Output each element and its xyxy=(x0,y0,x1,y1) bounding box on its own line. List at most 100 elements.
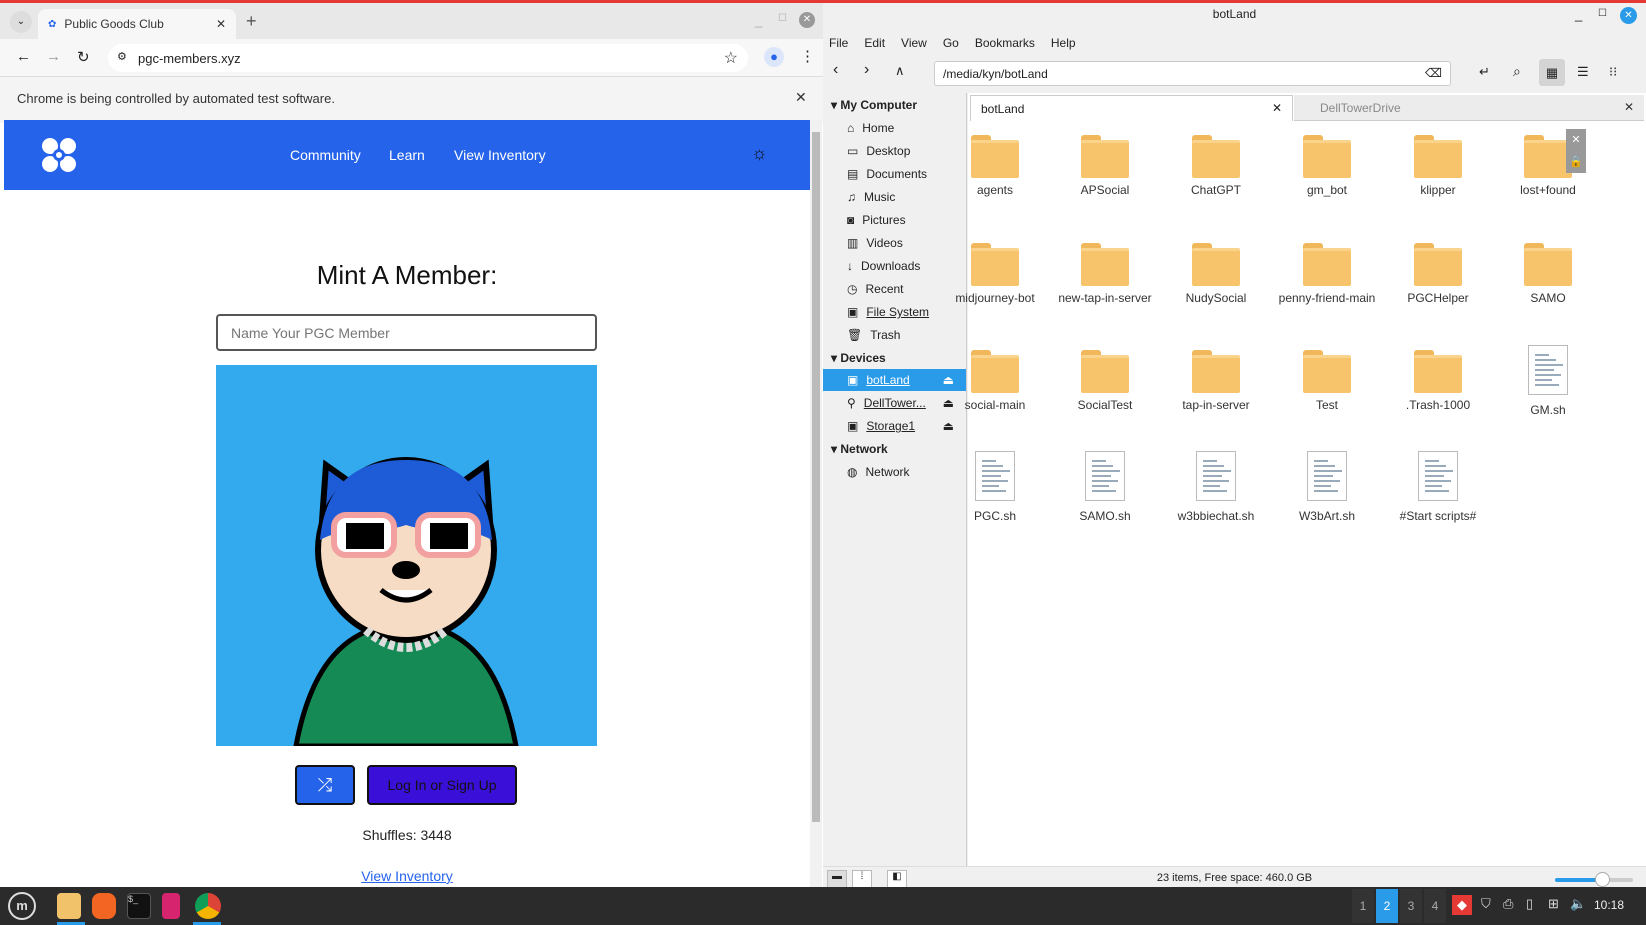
page-scrollbar[interactable] xyxy=(810,120,822,887)
close-tab-icon[interactable]: ✕ xyxy=(216,17,226,31)
folder-item[interactable]: ✕🔒 lost+found xyxy=(1493,129,1603,197)
section-network[interactable]: ▾ Network xyxy=(831,442,888,456)
chrome-app-icon[interactable] xyxy=(195,893,221,919)
login-signup-button[interactable]: Log In or Sign Up xyxy=(367,765,517,805)
show-treeview-icon[interactable]: ⁞ xyxy=(852,870,872,888)
folder-item[interactable]: new-tap-in-server xyxy=(1050,243,1160,305)
back-icon[interactable]: ‹ xyxy=(833,61,838,79)
eject-icon[interactable]: ⏏ xyxy=(943,419,954,433)
workspace-4[interactable]: 4 xyxy=(1424,889,1446,923)
toggle-location-icon[interactable]: ↵ xyxy=(1479,64,1490,80)
minimize-button[interactable]: _ xyxy=(755,13,762,28)
compact-view-icon[interactable]: ⁝⁝ xyxy=(1609,64,1617,80)
zoom-slider-handle[interactable] xyxy=(1594,872,1610,887)
zoom-slider[interactable] xyxy=(1555,872,1633,887)
clear-location-icon[interactable]: ⌫ xyxy=(1425,66,1442,80)
file-item[interactable]: GM.sh xyxy=(1493,345,1603,417)
files-app-icon[interactable] xyxy=(57,893,81,919)
clock[interactable]: 10:18 xyxy=(1594,898,1624,912)
folder-item[interactable]: SocialTest xyxy=(1050,350,1160,412)
section-devices[interactable]: ▾ Devices xyxy=(831,351,886,365)
firefox-like-app-icon[interactable] xyxy=(92,893,116,919)
tab-search-button[interactable]: ⌄ xyxy=(10,11,32,33)
mint-menu-icon[interactable]: m xyxy=(8,892,36,920)
tab-botland[interactable]: botLand ✕ xyxy=(970,95,1293,121)
menu-go[interactable]: Go xyxy=(943,36,959,50)
close-tab-icon[interactable]: ✕ xyxy=(1272,101,1282,115)
maximize-button[interactable]: ☐ xyxy=(778,13,787,24)
folder-item[interactable]: Test xyxy=(1272,350,1382,412)
menu-view[interactable]: View xyxy=(901,36,927,50)
forward-icon[interactable]: → xyxy=(46,48,61,65)
shuffle-button[interactable]: ⤮ xyxy=(295,765,355,805)
folder-item[interactable]: tap-in-server xyxy=(1161,350,1271,412)
folder-item[interactable]: NudySocial xyxy=(1161,243,1271,305)
reload-icon[interactable]: ↻ xyxy=(77,48,90,66)
menu-edit[interactable]: Edit xyxy=(864,36,885,50)
terminal-icon[interactable]: $_ xyxy=(127,893,151,919)
menu-kebab-icon[interactable]: ⋮ xyxy=(800,47,815,65)
tab-public-goods-club[interactable]: ✿ Public Goods Club ✕ xyxy=(38,9,236,39)
close-window-button[interactable]: ✕ xyxy=(1620,7,1637,24)
close-window-button[interactable]: ✕ xyxy=(799,12,815,28)
folder-item[interactable]: agents xyxy=(940,135,1050,197)
folder-item[interactable]: APSocial xyxy=(1050,135,1160,197)
sidebar-item-storage1[interactable]: ▣ Storage1 ⏏ xyxy=(823,415,966,437)
scrollbar-thumb[interactable] xyxy=(812,132,820,822)
nav-view-inventory[interactable]: View Inventory xyxy=(454,147,546,163)
pgc-logo[interactable] xyxy=(40,136,78,174)
network-tray-icon[interactable]: ⊞ xyxy=(1548,896,1559,912)
file-item[interactable]: SAMO.sh xyxy=(1050,451,1160,523)
hide-sidebar-icon[interactable]: ◧ xyxy=(887,870,907,888)
new-tab-button[interactable]: + xyxy=(246,11,257,32)
folder-item[interactable]: social-main xyxy=(940,350,1050,412)
nav-learn[interactable]: Learn xyxy=(389,147,425,163)
theme-toggle-sun-icon[interactable]: ☼ xyxy=(751,143,768,164)
sidebar-item-pictures[interactable]: ◙ Pictures xyxy=(823,209,966,231)
minimize-button[interactable]: _ xyxy=(1575,7,1582,22)
printer-tray-icon[interactable]: ⎙ xyxy=(1503,896,1513,912)
forward-icon[interactable]: › xyxy=(864,61,869,79)
back-icon[interactable]: ← xyxy=(16,48,31,65)
folder-item[interactable]: gm_bot xyxy=(1272,135,1382,197)
app-icon[interactable] xyxy=(162,893,180,919)
workspace-1[interactable]: 1 xyxy=(1352,889,1374,923)
search-icon[interactable]: ⌕ xyxy=(1513,63,1521,80)
folder-item[interactable]: SAMO xyxy=(1493,243,1603,305)
shield-tray-icon[interactable]: ⛉ xyxy=(1481,896,1491,912)
profile-icon[interactable]: ● xyxy=(764,47,784,67)
file-item[interactable]: #Start scripts# xyxy=(1383,451,1493,523)
clipboard-tray-icon[interactable]: ▯ xyxy=(1526,896,1533,912)
file-item[interactable]: PGC.sh xyxy=(940,451,1050,523)
folder-item[interactable]: midjourney-bot xyxy=(940,243,1050,305)
folder-item[interactable]: penny-friend-main xyxy=(1272,243,1382,305)
tab-delltowerdrive[interactable]: DellTowerDrive ✕ xyxy=(1294,95,1644,121)
section-my-computer[interactable]: ▾ My Computer xyxy=(831,98,917,112)
site-info-icon[interactable]: ⚙ xyxy=(117,50,127,63)
address-bar[interactable]: ⚙ pgc-members.xyz ☆ xyxy=(108,44,748,72)
workspace-2[interactable]: 2 xyxy=(1376,889,1398,923)
sidebar-item-trash[interactable]: 🗑 Trash xyxy=(823,324,966,346)
close-tab-icon[interactable]: ✕ xyxy=(1624,100,1634,114)
show-places-icon[interactable]: ▬ xyxy=(827,870,847,888)
list-view-icon[interactable]: ☰ xyxy=(1577,64,1589,80)
menu-file[interactable]: File xyxy=(829,36,848,50)
file-item[interactable]: W3bArt.sh xyxy=(1272,451,1382,523)
location-bar[interactable]: /media/kyn/botLand ⌫ xyxy=(934,61,1451,86)
member-name-input[interactable] xyxy=(216,314,597,351)
anydesk-tray-icon[interactable]: ◆ xyxy=(1452,895,1472,915)
folder-item[interactable]: .Trash-1000 xyxy=(1383,350,1493,412)
bookmark-star-icon[interactable]: ☆ xyxy=(724,48,738,68)
maximize-button[interactable]: ☐ xyxy=(1598,8,1607,19)
volume-tray-icon[interactable]: 🔈 xyxy=(1570,896,1586,912)
icon-view-button[interactable]: ▦ xyxy=(1539,59,1565,86)
workspace-3[interactable]: 3 xyxy=(1400,889,1422,923)
nav-community[interactable]: Community xyxy=(290,147,361,163)
infobar-close-icon[interactable]: ✕ xyxy=(795,89,807,106)
menu-help[interactable]: Help xyxy=(1051,36,1076,50)
folder-item[interactable]: klipper xyxy=(1383,135,1493,197)
up-icon[interactable]: ∧ xyxy=(895,63,905,79)
view-inventory-link[interactable]: View Inventory xyxy=(361,868,453,884)
folder-item[interactable]: PGCHelper xyxy=(1383,243,1493,305)
folder-item[interactable]: ChatGPT xyxy=(1161,135,1271,197)
